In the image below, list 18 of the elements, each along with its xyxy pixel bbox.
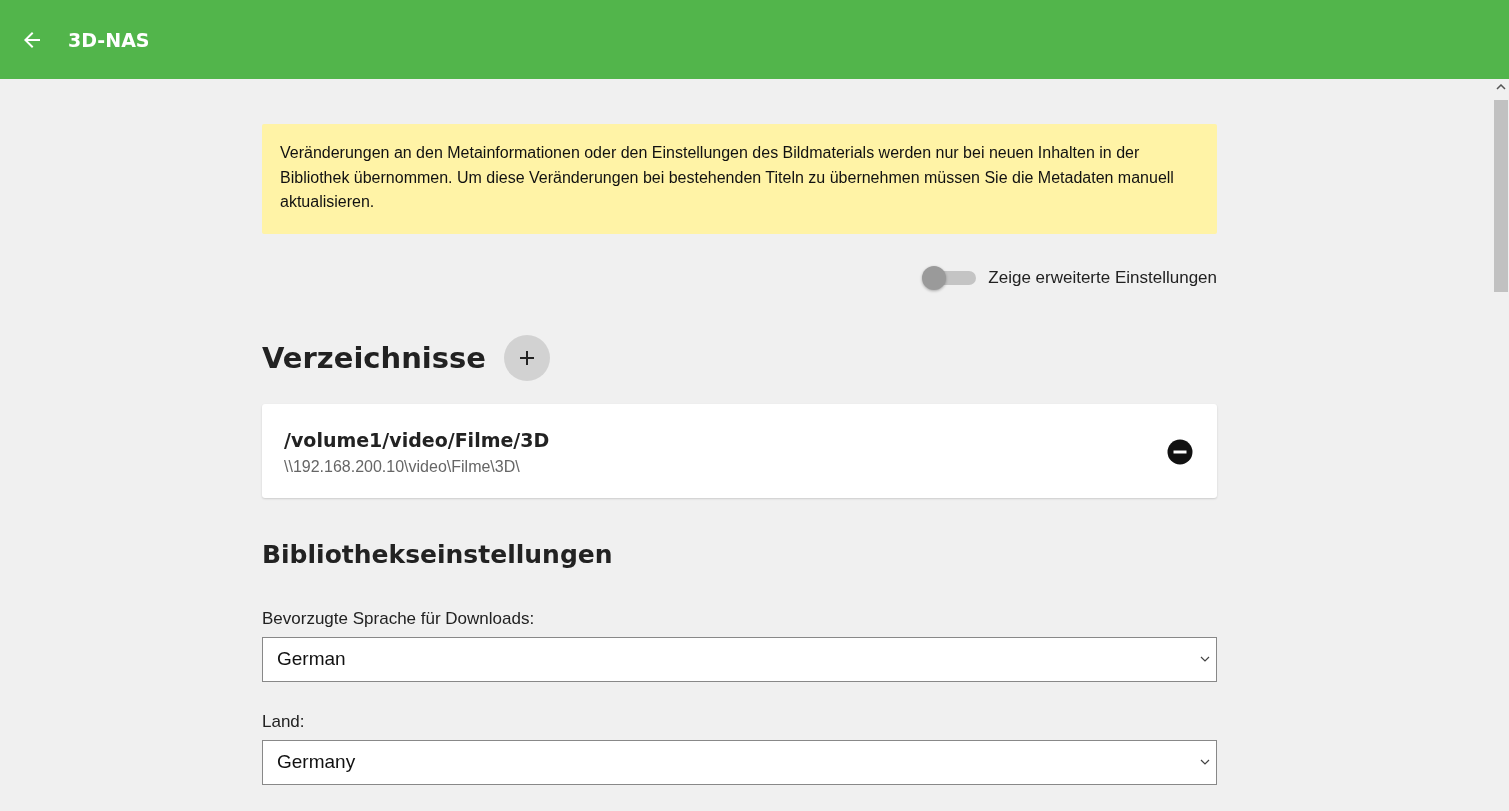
section-heading: Bibliothekseinstellungen bbox=[262, 539, 614, 569]
scrollbar-thumb[interactable] bbox=[1494, 100, 1508, 292]
network-path: \\192.168.200.10\video\Filme\3D\ bbox=[284, 457, 521, 476]
scroll-up-icon[interactable] bbox=[1496, 84, 1506, 90]
field-label: Land: bbox=[262, 711, 306, 732]
folder-path: /volume1/video/Filme/3D bbox=[284, 428, 550, 451]
remove-icon[interactable] bbox=[1167, 439, 1193, 465]
dropdown-field[interactable]: Germany bbox=[262, 739, 1217, 785]
advanced-settings-toggle[interactable] bbox=[922, 265, 977, 290]
caret-icon bbox=[1200, 759, 1210, 765]
plus-icon bbox=[518, 349, 535, 366]
page-title: 3D-NAS bbox=[68, 28, 150, 51]
info-notice: Veränderungen an den Metainformationen oder den Einstellungen des Bildmaterials werden nur bei neuen Inhalten in der Bibliothek übernommen. Um diese Veränderungen bei bestehenden Titeln zu übernehmen müssen Sie die Metadaten manuell aktualisieren. bbox=[262, 124, 1217, 234]
field-label: Bevorzugte Sprache für Downloads: bbox=[262, 608, 536, 629]
toggle-label: Zeige erweiterte Einstellungen bbox=[988, 267, 1217, 288]
caret-icon bbox=[1200, 656, 1210, 662]
dropdown-field[interactable]: German bbox=[262, 636, 1217, 682]
section-heading: Verzeichnisse bbox=[262, 340, 486, 375]
